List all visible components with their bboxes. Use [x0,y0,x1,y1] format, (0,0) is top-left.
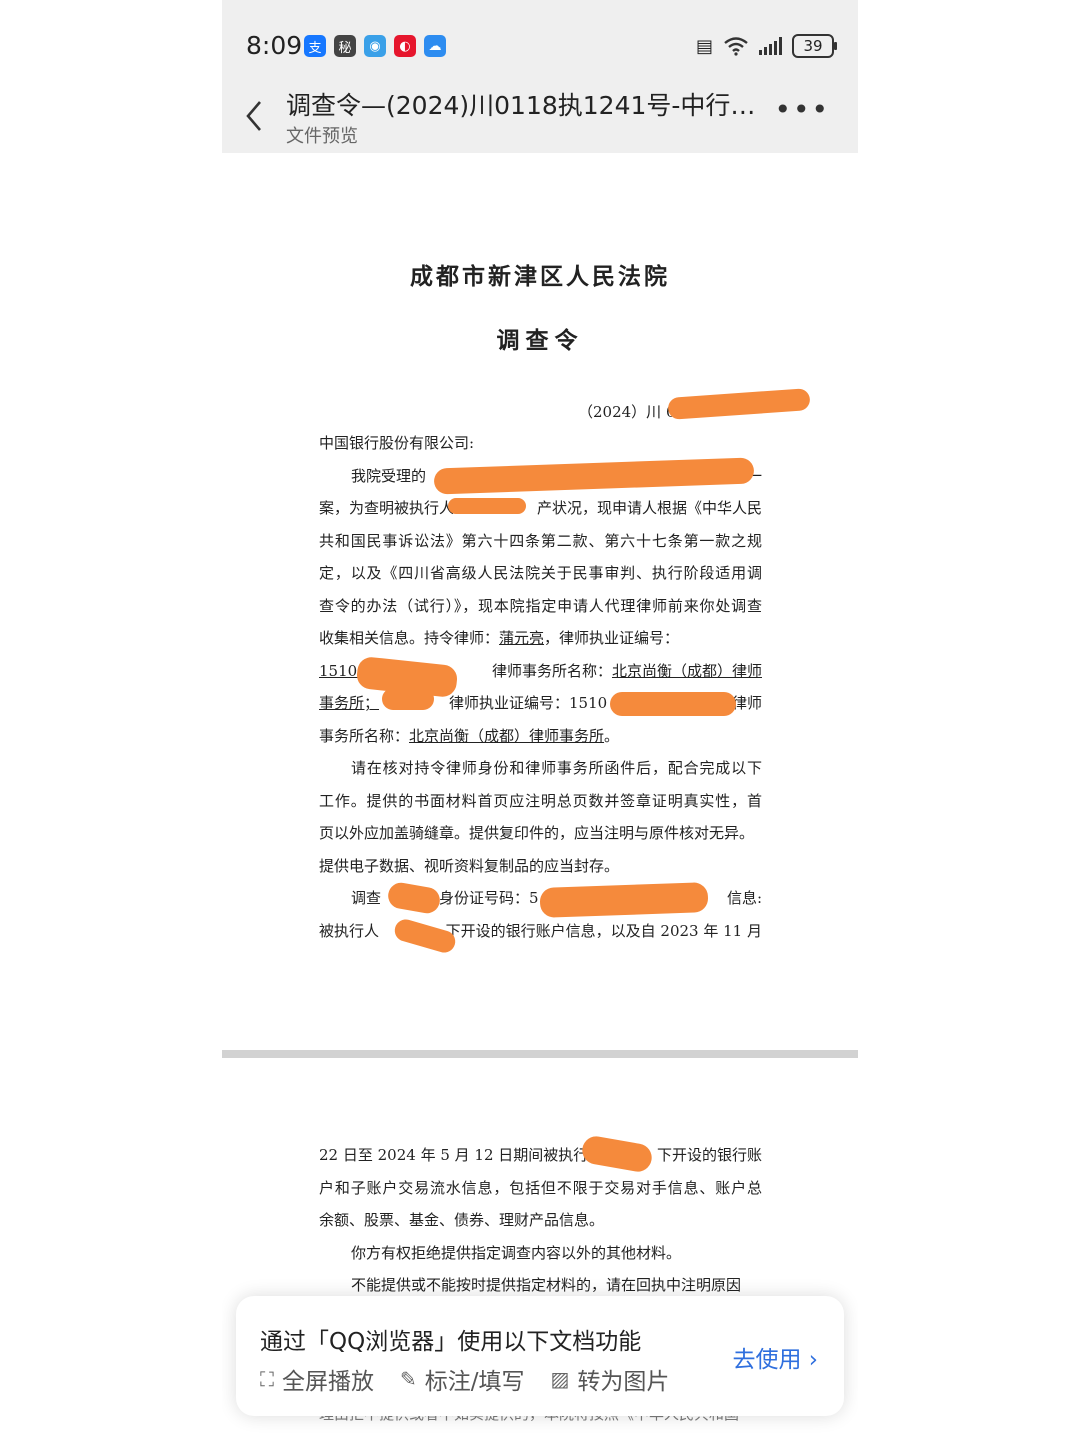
chevron-right-icon: › [808,1347,818,1373]
text-line: 定，以及《四川省高级人民法院关于民事审判、执行阶段适用调 [319,564,762,582]
page-title: 调查令—(2024)川0118执1241号-中行… [286,91,756,120]
text-line: 请在核对持令律师身份和律师事务所函件后，配合完成以下 [351,759,762,777]
more-icon: ••• [774,93,830,126]
page-divider [222,1050,858,1058]
text-line: 收集相关信息。持令律师：蒲元亮，律师执业证编号： [319,629,680,647]
convert-to-image-button[interactable]: ▨ 转为图片 [551,1362,670,1396]
top-bar: 8:09 支 秘 ◉ ◐ ☁ ▤ 39 调查令—(2024)川0118执1241… [222,0,858,153]
redaction-mark [448,498,526,514]
alipay-icon: 支 [304,35,326,57]
document-title: 调查令 [496,327,584,354]
more-options-button[interactable]: ••• [774,96,830,124]
text-line: 提供电子数据、视听资料复制品的应当封存。 [319,856,620,875]
annotate-fill-button[interactable]: ✎ 标注/填写 [400,1362,525,1396]
lawyer-name: 蒲元亮 [499,629,545,647]
status-app-icons: 支 秘 ◉ ◐ ☁ [304,35,446,57]
text-line: 你方有权拒绝提供指定调查内容以外的其他材料。 [351,1243,682,1262]
weibo-icon: ◐ [394,35,416,57]
text-line: 事务所名称：北京尚衡（成都）律师事务所。 [319,726,620,745]
qq-browser-popup: 通过「QQ浏览器」使用以下文档功能 ⛶ 全屏播放 ✎ 标注/填写 ▨ 转为图片 … [236,1296,844,1416]
status-time: 8:09 [246,31,303,60]
redaction-mark [667,388,811,420]
court-name: 成都市新津区人民法院 [410,263,670,290]
addressee: 中国银行股份有限公司: [319,434,475,452]
redaction-mark [610,692,736,716]
redaction-mark [539,882,709,918]
document-page-1[interactable]: 成都市新津区人民法院 调查令 （2024）川 01 中国银行股份有限公司: 我院… [222,153,858,1050]
chevron-left-icon [246,101,261,131]
redaction-mark [382,688,434,710]
text-line: 共和国民事诉讼法》第六十四条第二款、第六十七条第一款之规 [319,531,762,550]
fullscreen-icon: ⛶ [260,1367,274,1391]
text-line: 案，为查明被执行人 产状况，现申请人根据《中华人民 [319,499,762,517]
edit-icon: ✎ [400,1367,417,1391]
text-line: 被执行人 下开设的银行账户信息，以及自 2023 年 11 月 [319,921,762,940]
law-firm-name: 北京尚衡（成都）律师事务所 [409,726,605,745]
text-line: 余额、股票、基金、债券、理财产品信息。 [319,1211,605,1229]
text-line: 22 日至 2024 年 5 月 12 日期间被执行人 下开设的银行账 [319,1146,762,1164]
battery-icon: 39 [792,34,837,58]
app-icon-3: ◉ [364,35,386,57]
back-button[interactable] [240,96,270,136]
text-line: 查令的办法（试行）》，现本院指定申请人代理律师前来你处调查 [319,596,762,615]
nfc-icon: ▤ [695,35,713,57]
app-icon-5: ☁ [424,35,446,57]
wifi-icon [724,37,748,56]
phone-screen: 8:09 支 秘 ◉ ◐ ☁ ▤ 39 调查令—(2024)川0118执1241… [222,0,858,1441]
app-icon-2: 秘 [334,35,356,57]
popup-actions: ⛶ 全屏播放 ✎ 标注/填写 ▨ 转为图片 [260,1362,669,1396]
go-use-button[interactable]: 去使用 › [732,1340,818,1374]
text-line: 户和子账户交易流水信息，包括但不限于交易对手信息、账户总 [319,1178,762,1197]
fullscreen-play-button[interactable]: ⛶ 全屏播放 [260,1362,374,1396]
popup-title: 通过「QQ浏览器」使用以下文档功能 [260,1329,642,1355]
image-icon: ▨ [550,1367,570,1391]
signal-icon [759,37,782,55]
text-line: 页以外应加盖骑缝章。提供复印件的，应当注明与原件核对无异。 [319,824,755,842]
status-right: ▤ 39 [695,34,837,58]
page-subtitle: 文件预览 [286,126,358,147]
text-line: 工作。提供的书面材料首页应注明总页数并签章证明真实性，首 [319,791,762,810]
